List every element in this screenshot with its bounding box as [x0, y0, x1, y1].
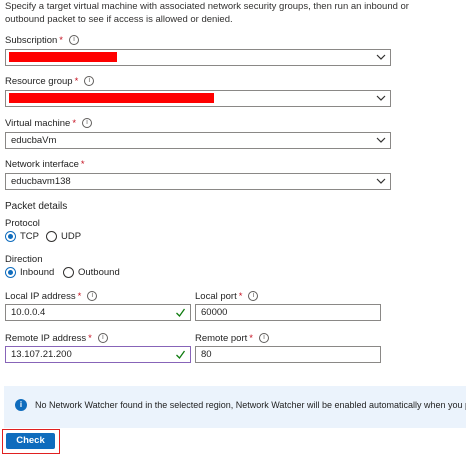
required-asterisk: * — [72, 118, 77, 129]
packet-details-heading: Packet details — [5, 201, 68, 212]
local-ip-value: 10.0.0.4 — [11, 307, 46, 318]
direction-label: Direction — [5, 254, 43, 265]
virtual-machine-label: Virtual machine * i — [5, 118, 93, 129]
required-asterisk: * — [238, 291, 243, 302]
remote-ip-value: 13.107.21.200 — [11, 349, 72, 360]
radio-icon[interactable] — [46, 231, 57, 242]
info-icon[interactable]: i — [68, 35, 79, 46]
local-port-input[interactable]: 60000 — [195, 304, 381, 321]
chevron-down-icon — [376, 95, 386, 101]
required-asterisk: * — [249, 333, 253, 344]
protocol-option-udp[interactable]: UDP — [46, 231, 81, 242]
redaction-bar — [9, 93, 214, 103]
remote-ip-label: Remote IP address * i — [5, 333, 108, 344]
chevron-down-icon — [376, 178, 386, 184]
protocol-option-tcp[interactable]: TCP — [5, 231, 39, 242]
banner-text: No Network Watcher found in the selected… — [35, 400, 466, 410]
checkmark-icon — [176, 308, 186, 318]
direction-option-inbound[interactable]: Inbound — [5, 267, 54, 278]
required-asterisk: * — [74, 76, 79, 87]
subscription-dropdown[interactable] — [5, 49, 391, 66]
virtual-machine-dropdown[interactable]: educbaVm — [5, 132, 391, 149]
direction-option-outbound[interactable]: Outbound — [63, 267, 120, 278]
chevron-down-icon — [376, 54, 386, 60]
remote-port-label: Remote port * i — [195, 333, 269, 344]
info-icon[interactable]: i — [84, 76, 95, 87]
network-interface-dropdown[interactable]: educbavm138 — [5, 173, 391, 190]
radio-selected-icon[interactable] — [5, 267, 16, 278]
network-interface-label: Network interface * — [5, 159, 85, 170]
info-icon[interactable]: i — [82, 118, 93, 129]
required-asterisk: * — [80, 159, 85, 170]
required-asterisk: * — [88, 333, 92, 344]
network-interface-value: educbavm138 — [11, 176, 71, 187]
radio-selected-icon[interactable] — [5, 231, 16, 242]
local-port-value: 60000 — [201, 307, 228, 318]
info-icon[interactable]: i — [258, 333, 269, 344]
redaction-bar — [9, 52, 117, 62]
virtual-machine-value: educbaVm — [11, 135, 57, 146]
resource-group-label: Resource group * i — [5, 76, 95, 87]
subscription-label: Subscription * i — [5, 35, 79, 46]
remote-port-value: 80 — [201, 349, 212, 360]
info-icon[interactable]: i — [97, 333, 108, 344]
intro-line-1: Specify a target virtual machine with as… — [5, 1, 409, 12]
intro-text: Specify a target virtual machine with as… — [5, 0, 465, 26]
protocol-label: Protocol — [5, 218, 40, 229]
info-icon: i — [15, 399, 27, 411]
network-watcher-banner: i No Network Watcher found in the select… — [4, 386, 466, 428]
local-ip-label: Local IP address * i — [5, 291, 98, 302]
local-port-label: Local port * i — [195, 291, 259, 302]
remote-ip-input[interactable]: 13.107.21.200 — [5, 346, 191, 363]
info-icon[interactable]: i — [87, 291, 98, 302]
intro-line-2: outbound packet to see if access is allo… — [5, 14, 233, 25]
chevron-down-icon — [376, 137, 386, 143]
resource-group-dropdown[interactable] — [5, 90, 391, 107]
radio-icon[interactable] — [63, 267, 74, 278]
check-button[interactable]: Check — [6, 433, 55, 449]
checkmark-icon — [176, 350, 186, 360]
remote-port-input[interactable]: 80 — [195, 346, 381, 363]
required-asterisk: * — [77, 291, 82, 302]
required-asterisk: * — [59, 35, 63, 46]
local-ip-input[interactable]: 10.0.0.4 — [5, 304, 191, 321]
info-icon[interactable]: i — [248, 291, 259, 302]
